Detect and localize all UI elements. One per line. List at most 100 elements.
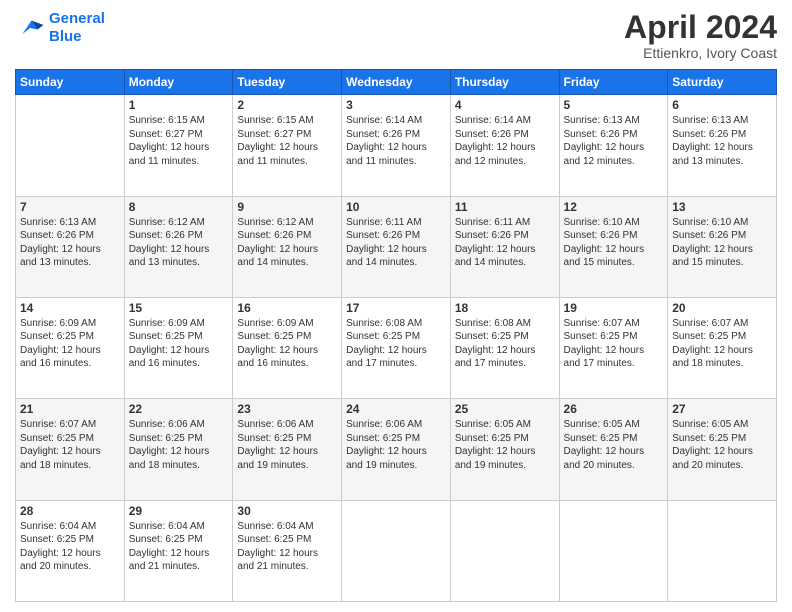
- day-info: Sunrise: 6:09 AMSunset: 6:25 PMDaylight:…: [237, 317, 337, 371]
- calendar-cell: 6 Sunrise: 6:13 AMSunset: 6:26 PMDaylight…: [668, 95, 777, 196]
- calendar-cell: [342, 500, 451, 601]
- day-info: Sunrise: 6:13 AMSunset: 6:26 PMDaylight:…: [672, 114, 772, 168]
- calendar-cell: 10 Sunrise: 6:11 AMSunset: 6:26 PMDayligh…: [342, 196, 451, 297]
- calendar-cell: 11 Sunrise: 6:11 AMSunset: 6:26 PMDayligh…: [450, 196, 559, 297]
- day-number: 7: [20, 200, 120, 214]
- calendar-cell: 25 Sunrise: 6:05 AMSunset: 6:25 PMDayligh…: [450, 399, 559, 500]
- day-number: 9: [237, 200, 337, 214]
- day-info: Sunrise: 6:14 AMSunset: 6:26 PMDaylight:…: [346, 114, 446, 168]
- calendar-cell: [559, 500, 668, 601]
- day-number: 28: [20, 504, 120, 518]
- day-number: 20: [672, 301, 772, 315]
- day-info: Sunrise: 6:08 AMSunset: 6:25 PMDaylight:…: [455, 317, 555, 371]
- logo-icon: [15, 13, 45, 43]
- calendar-cell: 23 Sunrise: 6:06 AMSunset: 6:25 PMDayligh…: [233, 399, 342, 500]
- day-number: 10: [346, 200, 446, 214]
- day-info: Sunrise: 6:04 AMSunset: 6:25 PMDaylight:…: [129, 520, 229, 574]
- calendar-cell: 3 Sunrise: 6:14 AMSunset: 6:26 PMDaylight…: [342, 95, 451, 196]
- day-info: Sunrise: 6:07 AMSunset: 6:25 PMDaylight:…: [564, 317, 664, 371]
- day-number: 13: [672, 200, 772, 214]
- day-number: 3: [346, 98, 446, 112]
- calendar-cell: 1 Sunrise: 6:15 AMSunset: 6:27 PMDaylight…: [124, 95, 233, 196]
- day-info: Sunrise: 6:07 AMSunset: 6:25 PMDaylight:…: [20, 418, 120, 472]
- day-info: Sunrise: 6:05 AMSunset: 6:25 PMDaylight:…: [564, 418, 664, 472]
- day-info: Sunrise: 6:15 AMSunset: 6:27 PMDaylight:…: [129, 114, 229, 168]
- calendar-cell: 28Sunrise: 6:04 AMSunset: 6:25 PMDayligh…: [16, 500, 125, 601]
- day-number: 24: [346, 402, 446, 416]
- day-info: Sunrise: 6:13 AMSunset: 6:26 PMDaylight:…: [20, 216, 120, 270]
- day-number: 23: [237, 402, 337, 416]
- day-number: 27: [672, 402, 772, 416]
- day-info: Sunrise: 6:04 AMSunset: 6:25 PMDaylight:…: [237, 520, 337, 574]
- calendar-cell: 26 Sunrise: 6:05 AMSunset: 6:25 PMDayligh…: [559, 399, 668, 500]
- day-number: 8: [129, 200, 229, 214]
- header: General Blue April 2024 Ettienkro, Ivory…: [15, 10, 777, 61]
- day-number: 25: [455, 402, 555, 416]
- calendar-cell: 30 Sunrise: 6:04 AMSunset: 6:25 PMDayligh…: [233, 500, 342, 601]
- day-number: 4: [455, 98, 555, 112]
- page: General Blue April 2024 Ettienkro, Ivory…: [0, 0, 792, 612]
- day-number: 6: [672, 98, 772, 112]
- calendar-cell: 22 Sunrise: 6:06 AMSunset: 6:25 PMDayligh…: [124, 399, 233, 500]
- day-number: 22: [129, 402, 229, 416]
- day-number: 18: [455, 301, 555, 315]
- day-number: 14: [20, 301, 120, 315]
- calendar-cell: 5 Sunrise: 6:13 AMSunset: 6:26 PMDaylight…: [559, 95, 668, 196]
- calendar-header-tuesday: Tuesday: [233, 70, 342, 95]
- day-number: 19: [564, 301, 664, 315]
- calendar-header-friday: Friday: [559, 70, 668, 95]
- day-info: Sunrise: 6:11 AMSunset: 6:26 PMDaylight:…: [346, 216, 446, 270]
- day-info: Sunrise: 6:06 AMSunset: 6:25 PMDaylight:…: [129, 418, 229, 472]
- calendar-cell: 9 Sunrise: 6:12 AMSunset: 6:26 PMDaylight…: [233, 196, 342, 297]
- calendar-cell: 7 Sunrise: 6:13 AMSunset: 6:26 PMDaylight…: [16, 196, 125, 297]
- calendar-cell: 19 Sunrise: 6:07 AMSunset: 6:25 PMDayligh…: [559, 297, 668, 398]
- calendar-week-row: 28 Sunrise: 6:04 AMSunset: 6:25 PMDayligh…: [16, 500, 777, 601]
- logo-line2: Blue: [49, 28, 82, 45]
- calendar-header-sunday: Sunday: [16, 70, 125, 95]
- calendar-table: SundayMondayTuesdayWednesdayThursdayFrid…: [15, 69, 777, 602]
- calendar-header-thursday: Thursday: [450, 70, 559, 95]
- day-number: 15: [129, 301, 229, 315]
- calendar-header-wednesday: Wednesday: [342, 70, 451, 95]
- day-info: Sunrise: 6:06 AMSunset: 6:25 PMDaylight:…: [237, 418, 337, 472]
- calendar-cell: 12Sunrise: 6:10 AMSunset: 6:26 PMDayligh…: [559, 196, 668, 297]
- calendar-cell: 27 Sunrise: 6:05 AMSunset: 6:25 PMDayligh…: [668, 399, 777, 500]
- day-number: 30: [237, 504, 337, 518]
- day-info: Sunrise: 6:05 AMSunset: 6:25 PMDaylight:…: [672, 418, 772, 472]
- calendar-cell: [668, 500, 777, 601]
- day-number: 5: [564, 98, 664, 112]
- calendar-header-monday: Monday: [124, 70, 233, 95]
- logo-text: General Blue: [49, 10, 105, 46]
- day-number: 11: [455, 200, 555, 214]
- day-number: 16: [237, 301, 337, 315]
- day-number: 26: [564, 402, 664, 416]
- day-info: Sunrise: 6:10 AMSunset: 6:26 PMDaylight:…: [672, 216, 772, 270]
- title-block: April 2024 Ettienkro, Ivory Coast: [624, 10, 777, 61]
- logo: General Blue: [15, 10, 105, 46]
- page-subtitle: Ettienkro, Ivory Coast: [624, 45, 777, 61]
- day-number: 29: [129, 504, 229, 518]
- day-info: Sunrise: 6:05 AMSunset: 6:25 PMDaylight:…: [455, 418, 555, 472]
- logo-line1: General: [49, 10, 105, 27]
- day-info: Sunrise: 6:11 AMSunset: 6:26 PMDaylight:…: [455, 216, 555, 270]
- calendar-cell: 20 Sunrise: 6:07 AMSunset: 6:25 PMDayligh…: [668, 297, 777, 398]
- calendar-week-row: 21 Sunrise: 6:07 AMSunset: 6:25 PMDayligh…: [16, 399, 777, 500]
- day-number: 1: [129, 98, 229, 112]
- day-info: Sunrise: 6:15 AMSunset: 6:27 PMDaylight:…: [237, 114, 337, 168]
- day-info: Sunrise: 6:13 AMSunset: 6:26 PMDaylight:…: [564, 114, 664, 168]
- day-info: Sunrise: 6:14 AMSunset: 6:26 PMDaylight:…: [455, 114, 555, 168]
- page-title: April 2024: [624, 10, 777, 45]
- day-number: 21: [20, 402, 120, 416]
- day-info: Sunrise: 6:12 AMSunset: 6:26 PMDaylight:…: [237, 216, 337, 270]
- day-info: Sunrise: 6:07 AMSunset: 6:25 PMDaylight:…: [672, 317, 772, 371]
- day-info: Sunrise: 6:09 AMSunset: 6:25 PMDaylight:…: [20, 317, 120, 371]
- day-info: Sunrise: 6:12 AMSunset: 6:26 PMDaylight:…: [129, 216, 229, 270]
- calendar-cell: 15Sunrise: 6:09 AMSunset: 6:25 PMDayligh…: [124, 297, 233, 398]
- day-info: Sunrise: 6:10 AMSunset: 6:26 PMDaylight:…: [564, 216, 664, 270]
- calendar-week-row: 1 Sunrise: 6:15 AMSunset: 6:27 PMDaylight…: [16, 95, 777, 196]
- day-info: Sunrise: 6:08 AMSunset: 6:25 PMDaylight:…: [346, 317, 446, 371]
- calendar-week-row: 14 Sunrise: 6:09 AMSunset: 6:25 PMDayligh…: [16, 297, 777, 398]
- calendar-cell: 13 Sunrise: 6:10 AMSunset: 6:26 PMDayligh…: [668, 196, 777, 297]
- calendar-cell: 4 Sunrise: 6:14 AMSunset: 6:26 PMDaylight…: [450, 95, 559, 196]
- calendar-cell: 24Sunrise: 6:06 AMSunset: 6:25 PMDayligh…: [342, 399, 451, 500]
